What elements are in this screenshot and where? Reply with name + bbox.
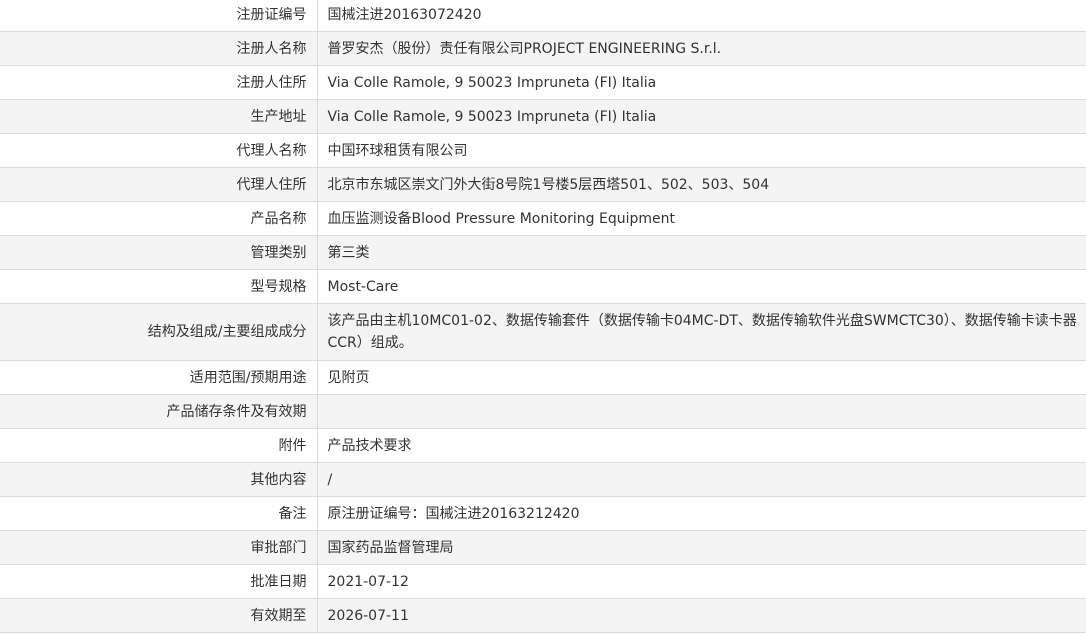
field-value: 中国环球租赁有限公司 (317, 133, 1086, 168)
field-value: 原注册证编号：国械注进20163212420 (317, 496, 1086, 531)
table-row: 批准日期 2021-07-12 (0, 564, 1086, 599)
table-row: 审批部门 国家药品监督管理局 (0, 530, 1086, 565)
field-value: 该产品由主机10MC01-02、数据传输套件（数据传输卡04MC-DT、数据传输… (317, 303, 1086, 361)
field-label: 代理人名称 (0, 133, 318, 168)
table-row: 产品名称 血压监测设备Blood Pressure Monitoring Equ… (0, 201, 1086, 236)
field-label: 生产地址 (0, 99, 318, 134)
table-row: 注册证编号 国械注进20163072420 (0, 0, 1086, 32)
field-label: 注册证编号 (0, 0, 318, 32)
field-label: 有效期至 (0, 598, 318, 633)
field-label: 其他内容 (0, 462, 318, 497)
field-value: 国家药品监督管理局 (317, 530, 1086, 565)
field-label: 注册人名称 (0, 31, 318, 66)
field-value: / (317, 462, 1086, 497)
field-value: Via Colle Ramole, 9 50023 Impruneta (FI)… (317, 99, 1086, 134)
field-value: 产品技术要求 (317, 428, 1086, 463)
field-value: 2021-07-12 (317, 564, 1086, 599)
registration-detail-table: 注册证编号 国械注进20163072420 注册人名称 普罗安杰（股份）责任有限… (0, 0, 1086, 633)
field-label: 型号规格 (0, 269, 318, 304)
table-row: 结构及组成/主要组成成分 该产品由主机10MC01-02、数据传输套件（数据传输… (0, 303, 1086, 361)
field-value (317, 394, 1086, 429)
table-row: 适用范围/预期用途 见附页 (0, 360, 1086, 395)
field-label: 结构及组成/主要组成成分 (0, 303, 318, 361)
field-value: 2026-07-11 (317, 598, 1086, 633)
field-label: 代理人住所 (0, 167, 318, 202)
table-row: 备注 原注册证编号：国械注进20163212420 (0, 496, 1086, 531)
field-label: 批准日期 (0, 564, 318, 599)
table-row: 注册人住所 Via Colle Ramole, 9 50023 Imprunet… (0, 65, 1086, 100)
field-value: Most-Care (317, 269, 1086, 304)
table-row: 代理人住所 北京市东城区崇文门外大街8号院1号楼5层西塔501、502、503、… (0, 167, 1086, 202)
field-label: 注册人住所 (0, 65, 318, 100)
field-label: 管理类别 (0, 235, 318, 270)
field-label: 审批部门 (0, 530, 318, 565)
table-row: 有效期至 2026-07-11 (0, 598, 1086, 633)
table-row: 注册人名称 普罗安杰（股份）责任有限公司PROJECT ENGINEERING … (0, 31, 1086, 66)
table-row: 型号规格 Most-Care (0, 269, 1086, 304)
table-row: 附件 产品技术要求 (0, 428, 1086, 463)
field-value: 北京市东城区崇文门外大街8号院1号楼5层西塔501、502、503、504 (317, 167, 1086, 202)
field-label: 产品名称 (0, 201, 318, 236)
field-value: 血压监测设备Blood Pressure Monitoring Equipmen… (317, 201, 1086, 236)
field-label: 附件 (0, 428, 318, 463)
table-row: 产品储存条件及有效期 (0, 394, 1086, 429)
table-row: 其他内容 / (0, 462, 1086, 497)
field-label: 备注 (0, 496, 318, 531)
field-value: 国械注进20163072420 (317, 0, 1086, 32)
field-value: Via Colle Ramole, 9 50023 Impruneta (FI)… (317, 65, 1086, 100)
field-value: 普罗安杰（股份）责任有限公司PROJECT ENGINEERING S.r.l. (317, 31, 1086, 66)
field-label: 产品储存条件及有效期 (0, 394, 318, 429)
field-label: 适用范围/预期用途 (0, 360, 318, 395)
table-row: 代理人名称 中国环球租赁有限公司 (0, 133, 1086, 168)
table-row: 管理类别 第三类 (0, 235, 1086, 270)
table-row: 生产地址 Via Colle Ramole, 9 50023 Impruneta… (0, 99, 1086, 134)
field-value: 见附页 (317, 360, 1086, 395)
field-value: 第三类 (317, 235, 1086, 270)
